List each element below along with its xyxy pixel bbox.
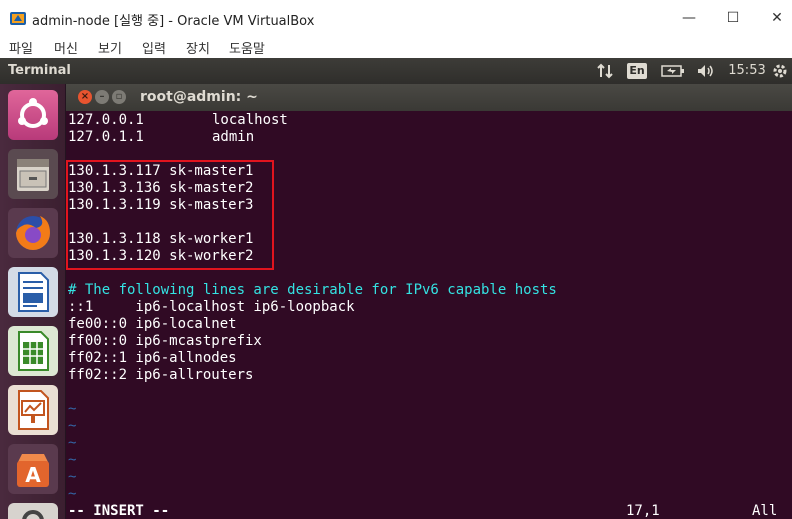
vim-mode-indicator: -- INSERT -- xyxy=(68,503,170,519)
volume-icon[interactable] xyxy=(694,62,718,80)
ipv6-line: ff02::2 ip6-allrouters xyxy=(68,367,254,383)
terminal-content[interactable]: 127.0.0.1 localhost 127.0.1.1 admin 130.1.… xyxy=(66,111,792,519)
scroll-position: All xyxy=(752,503,778,519)
ipv6-line: fe00::0 ip6-localnet xyxy=(68,316,237,332)
clock[interactable]: 15:53 xyxy=(726,62,768,80)
settings-icon[interactable] xyxy=(8,503,58,519)
maximize-button[interactable]: ☐ xyxy=(720,6,746,30)
terminal-maximize-button[interactable]: ▫ xyxy=(112,90,126,104)
cursor-position: 17,1 xyxy=(626,503,660,519)
ipv6-line: ::1 ip6-localhost ip6-loopback xyxy=(68,299,355,315)
window-title: admin-node [실행 중] - Oracle VM VirtualBox xyxy=(32,14,315,29)
keyboard-language-badge[interactable]: En xyxy=(627,63,647,79)
battery-icon[interactable] xyxy=(660,62,686,80)
empty-line-tilde: ~ xyxy=(68,418,77,434)
libreoffice-calc-icon[interactable] xyxy=(8,326,58,376)
software-center-icon[interactable]: A xyxy=(8,444,58,494)
ubuntu-dash-icon[interactable] xyxy=(8,90,58,140)
minimize-button[interactable]: — xyxy=(676,6,702,30)
network-arrows-icon[interactable] xyxy=(594,62,616,80)
empty-line-tilde: ~ xyxy=(68,452,77,468)
terminal-title: root@admin: ~ xyxy=(140,89,258,105)
ubuntu-top-panel: Terminal En 15:53 xyxy=(0,58,792,84)
ubuntu-launcher: A xyxy=(0,84,66,519)
menu-view[interactable]: 보기 xyxy=(98,38,122,57)
menubar: 파일 머신 보기 입력 장치 도움말 xyxy=(0,36,792,58)
empty-line-tilde: ~ xyxy=(68,486,77,502)
menu-devices[interactable]: 장치 xyxy=(186,38,210,57)
libreoffice-impress-icon[interactable] xyxy=(8,385,58,435)
window-titlebar: admin-node [실행 중] - Oracle VM VirtualBox… xyxy=(0,0,792,36)
files-icon[interactable] xyxy=(8,149,58,199)
empty-line-tilde: ~ xyxy=(68,401,77,417)
empty-line-tilde: ~ xyxy=(68,435,77,451)
close-button[interactable]: ✕ xyxy=(764,6,790,30)
menu-help[interactable]: 도움말 xyxy=(229,38,265,57)
terminal-minimize-button[interactable]: – xyxy=(95,90,109,104)
terminal-titlebar: × – ▫ root@admin: ~ xyxy=(66,84,792,111)
menu-machine[interactable]: 머신 xyxy=(54,38,78,57)
host-line: 127.0.0.1 localhost xyxy=(68,112,288,128)
host-line: 127.0.1.1 admin xyxy=(68,129,255,145)
menu-file[interactable]: 파일 xyxy=(9,38,33,57)
gear-icon[interactable] xyxy=(770,62,790,80)
menu-input[interactable]: 입력 xyxy=(142,38,166,57)
libreoffice-writer-icon[interactable] xyxy=(8,267,58,317)
active-app-name: Terminal xyxy=(8,63,71,78)
ipv6-line: ff02::1 ip6-allnodes xyxy=(68,350,237,366)
hosts-highlight-box xyxy=(66,160,274,270)
virtualbox-icon xyxy=(10,12,26,25)
terminal-close-button[interactable]: × xyxy=(78,90,92,104)
firefox-icon[interactable] xyxy=(8,208,58,258)
ipv6-comment-line: # The following lines are desirable for … xyxy=(68,282,557,298)
svg-text:A: A xyxy=(25,463,41,487)
ipv6-line: ff00::0 ip6-mcastprefix xyxy=(68,333,262,349)
empty-line-tilde: ~ xyxy=(68,469,77,485)
